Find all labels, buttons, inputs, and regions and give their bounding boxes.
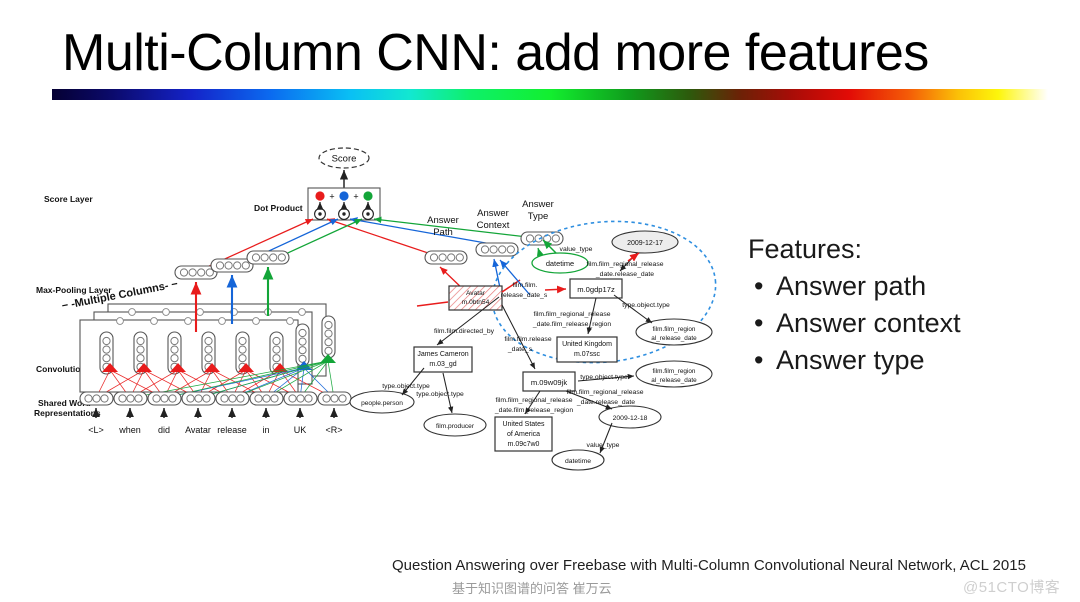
- answer-type-label-2: Type: [528, 211, 549, 222]
- kg-edge-label-type-object-type-1: type.object.type: [622, 302, 670, 309]
- kg-node-date-2009-12-17-label: 2009-12-17: [627, 240, 663, 247]
- kg-node-film-region-2-label-1: film.film_region: [653, 368, 696, 375]
- kg-node-film-region-1-label-2: al_release_date: [651, 335, 697, 342]
- kg-edge-label-directed-by: film.film.directed_by: [434, 328, 495, 335]
- kg-node-people-person: people.person: [349, 390, 415, 414]
- kg-node-film-region-1-label-1: film.film_region: [653, 326, 696, 333]
- kg-edge-label-regional-date-2a: film.film_regional_release: [566, 389, 643, 396]
- kg-edge-label-release-region-1b: _date.film_release_region: [532, 321, 611, 328]
- paper-citation: Question Answering over Freebase with Mu…: [392, 557, 1026, 574]
- kg-node-avatar: Avatar m.0btn54: [448, 285, 503, 311]
- rainbow-accent-bar: [52, 89, 1048, 100]
- kg-node-film-producer-label: film.producer: [436, 423, 475, 430]
- kg-edge-label-type-object-type-2: type.object.type: [580, 374, 628, 381]
- kg-node-datetime-top: datetime: [531, 252, 589, 274]
- kg-node-datetime-bottom-label: datetime: [565, 458, 591, 465]
- kg-node-usa-label-1: United States: [502, 421, 545, 428]
- question-token: release: [217, 425, 247, 435]
- kg-edge-label-release-date-s-1a: film.film.: [513, 282, 538, 289]
- kg-node-uk-label-1: United Kingdom: [562, 341, 612, 348]
- kg-node-datetime-top-label: datetime: [546, 259, 574, 268]
- kg-node-people-person-label: people.person: [361, 400, 403, 407]
- bullet-icon: •: [754, 271, 764, 301]
- mccnn-architecture-figure: Score Layer Max-Pooling Layer Convolutio…: [0, 120, 760, 550]
- feature-item-label: Answer context: [776, 308, 961, 338]
- kg-node-united-kingdom: United Kingdom m.07ssc: [556, 336, 618, 363]
- svg-text:+: +: [329, 192, 334, 202]
- question-token: did: [158, 425, 170, 435]
- answer-type-vector: [520, 231, 564, 246]
- kg-node-usa-label-2: of America: [507, 431, 540, 438]
- kg-edge-label-regional-date-1b: _date.release_date: [595, 271, 654, 278]
- feature-item-answer-context: • Answer context: [748, 305, 1068, 342]
- kg-node-date-2009-12-18: 2009-12-18: [598, 405, 662, 429]
- kg-node-avatar-label-2: m.0btn54: [462, 299, 490, 306]
- kg-node-datetime-bottom: datetime: [551, 449, 605, 471]
- question-token: when: [118, 425, 141, 435]
- kg-node-date-2009-12-17: 2009-12-17: [611, 230, 679, 254]
- kg-edge-label-value-type-bottom: value_type: [587, 442, 620, 449]
- kg-edge-label-release-region-2b: _date.film_release_region: [494, 407, 573, 414]
- site-watermark: @51CTO博客: [963, 579, 1061, 596]
- answer-path-vector: [424, 250, 468, 265]
- kg-node-cvt-09w09jk-label: m.09w09jk: [531, 378, 567, 387]
- deck-subtitle: 基于知识图谱的问答 崔万云: [452, 581, 612, 596]
- question-token: <L>: [88, 425, 104, 435]
- page-title: Multi-Column CNN: add more features: [62, 24, 929, 82]
- layer-label-score: Score Layer: [44, 194, 93, 204]
- slide-canvas: Multi-Column CNN: add more features Scor…: [0, 0, 1080, 602]
- kg-node-avatar-label-1: Avatar: [466, 290, 486, 297]
- features-panel: Features: • Answer path • Answer context…: [748, 232, 1068, 379]
- svg-text:+: +: [353, 192, 358, 202]
- dot-product-box: + +: [307, 187, 381, 221]
- kg-node-uk-label-2: m.07ssc: [574, 351, 601, 358]
- shared-word-vectors: [79, 391, 352, 406]
- answer-context-vector: [475, 242, 519, 257]
- answer-context-label-2: Context: [477, 220, 510, 231]
- kg-node-usa-label-3: m.09c7w0: [508, 441, 540, 448]
- feature-item-label: Answer type: [776, 345, 925, 375]
- bullet-icon: •: [754, 345, 764, 375]
- layer-label-dot-product: Dot Product: [254, 203, 303, 213]
- question-token: Avatar: [185, 425, 211, 435]
- kg-edge-label-value-type-top: value_type: [560, 246, 593, 253]
- kg-node-james-cameron-label-2: m.03_gd: [429, 361, 456, 368]
- question-token: <R>: [325, 425, 342, 435]
- kg-edge-label-regional-date-1a: film.film_regional_release: [586, 261, 663, 268]
- kg-node-film-producer: film.producer: [423, 413, 487, 437]
- kg-node-film-region-2-label-2: al_release_date: [651, 377, 697, 384]
- layer-label-shared-2: Representations: [34, 408, 101, 418]
- kg-node-date-2009-12-18-label: 2009-12-18: [613, 415, 648, 422]
- features-heading: Features:: [748, 234, 863, 264]
- feature-item-label: Answer path: [776, 271, 927, 301]
- kg-node-james-cameron: James Cameron m.03_gd: [413, 346, 473, 373]
- kg-node-james-cameron-label-1: James Cameron: [417, 351, 468, 358]
- bullet-icon: •: [754, 308, 764, 338]
- question-token: in: [262, 425, 269, 435]
- kg-edge-label-type-object-type-4: type.object.type: [416, 391, 464, 398]
- question-token-row: <L> when did Avatar release in UK <R>: [88, 425, 342, 435]
- question-token: UK: [294, 425, 307, 435]
- kg-edge-label-release-date-s-1b: release_date_s: [501, 292, 548, 299]
- token-arrows: [92, 408, 338, 418]
- feature-item-answer-path: • Answer path: [748, 268, 1068, 305]
- kg-node-cvt-gdp17z-label: m.0gdp17z: [577, 285, 615, 294]
- kg-edge-label-release-region-2a: film.film_regional_release: [495, 397, 572, 404]
- kg-edge-label-release-region-1a: film.film_regional_release: [533, 311, 610, 318]
- kg-node-film-region-2: film.film_region al_release_date: [635, 360, 713, 388]
- answer-type-label-1: Answer: [522, 199, 554, 210]
- score-node: Score: [318, 147, 370, 169]
- features-list: • Answer path • Answer context • Answer …: [748, 268, 1068, 379]
- kg-edge-label-type-object-type-3: type.object.type: [382, 383, 430, 390]
- kg-edge-label-regional-date-2b: _date.release_date: [576, 399, 635, 406]
- kg-edge-label-release-date-s-2a: film.film.release: [504, 336, 551, 343]
- kg-node-film-region-1: film.film_region al_release_date: [635, 318, 713, 346]
- answer-path-label-2: Path: [433, 227, 453, 238]
- kg-edge-label-release-date-s-2b: _date_s: [507, 346, 533, 353]
- answer-path-label-1: Answer: [427, 215, 459, 226]
- answer-context-label-1: Answer: [477, 208, 509, 219]
- feature-item-answer-type: • Answer type: [748, 342, 1068, 379]
- svg-text:Score: Score: [332, 154, 357, 165]
- kg-node-united-states: United States of America m.09c7w0: [494, 416, 553, 452]
